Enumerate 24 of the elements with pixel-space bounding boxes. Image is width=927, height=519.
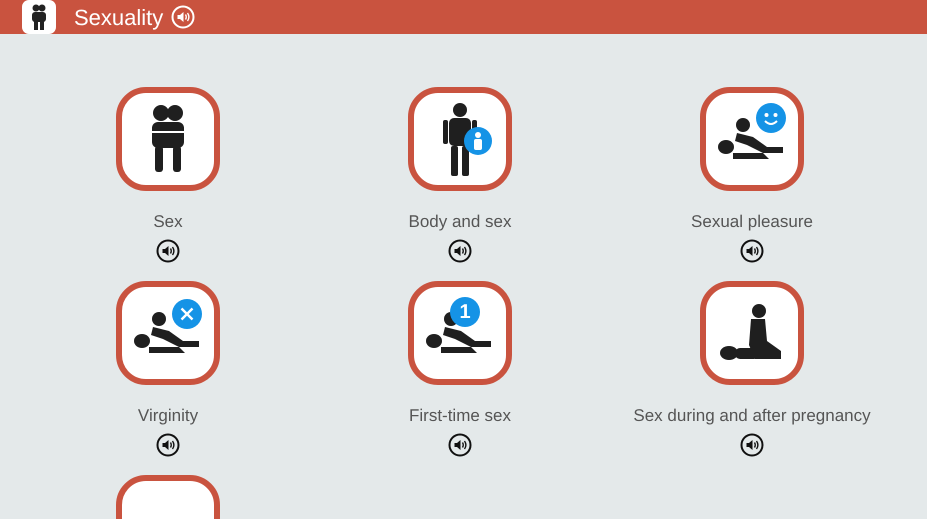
- topic-label: Virginity: [138, 405, 198, 427]
- speaker-icon[interactable]: [740, 433, 764, 457]
- topic-tile[interactable]: [408, 87, 512, 191]
- topic-label: Sexual pleasure: [691, 211, 813, 233]
- topic-tile[interactable]: [116, 87, 220, 191]
- figure-badge-icon: [464, 127, 492, 155]
- cross-badge-icon: [172, 299, 202, 329]
- topic-label: Sex during and after pregnancy: [633, 405, 871, 427]
- topic-tile[interactable]: [116, 281, 220, 385]
- topic-tile[interactable]: 1: [408, 281, 512, 385]
- topic-label: Body and sex: [408, 211, 512, 233]
- topic-label: Sex: [153, 211, 183, 233]
- speaker-icon[interactable]: [740, 239, 764, 263]
- page-title: Sexuality: [74, 4, 164, 32]
- speaker-icon[interactable]: [156, 239, 180, 263]
- number-badge: 1: [450, 297, 480, 327]
- topic-tile[interactable]: [700, 87, 804, 191]
- couple-icon: [22, 0, 56, 34]
- topic-tile[interactable]: [700, 281, 804, 385]
- smiley-badge-icon: [756, 103, 786, 133]
- speaker-icon[interactable]: [448, 239, 472, 263]
- topic-label: First-time sex: [409, 405, 511, 427]
- speaker-icon[interactable]: [156, 433, 180, 457]
- speaker-icon[interactable]: [448, 433, 472, 457]
